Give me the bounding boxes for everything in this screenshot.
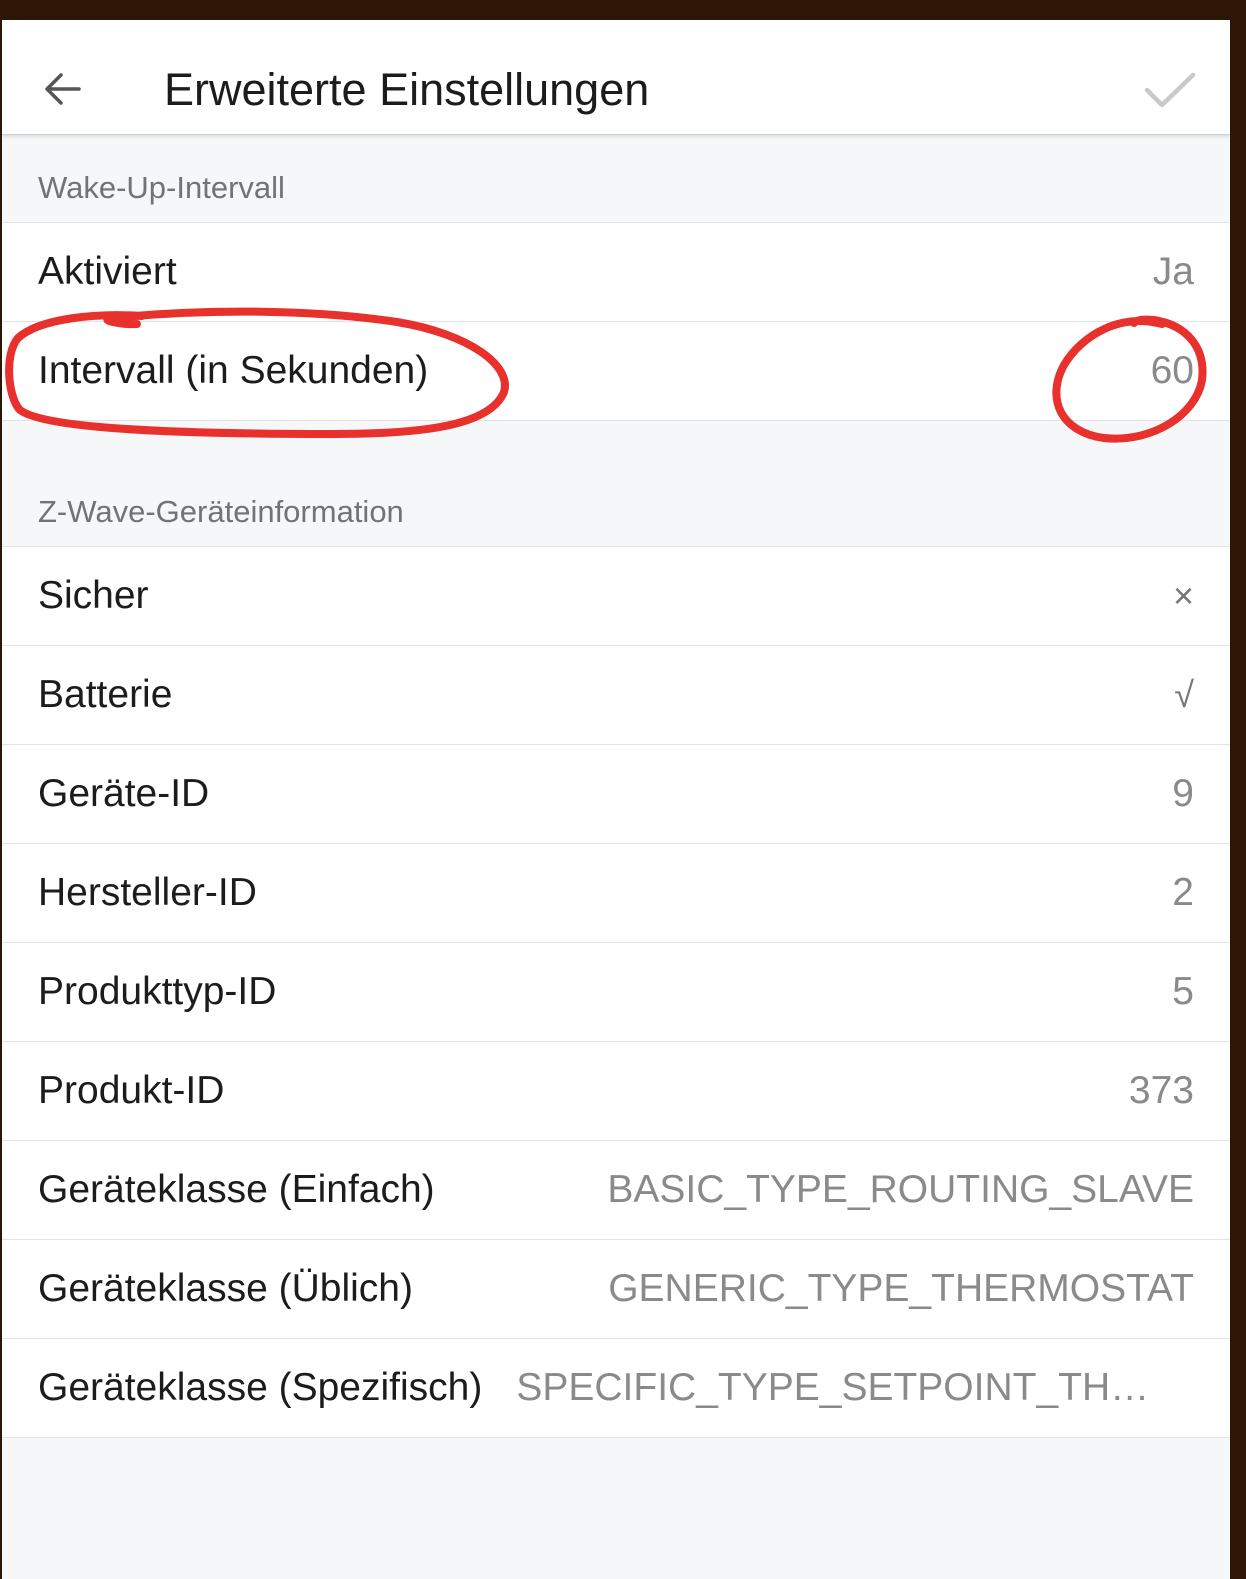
row-label: Hersteller-ID (38, 871, 257, 914)
arrow-left-icon (45, 73, 81, 105)
section-header-zwave: Z-Wave-Geräteinformation (2, 462, 1230, 547)
section-title-zwave: Z-Wave-Geräteinformation (38, 494, 404, 529)
row-product-id: Produkt-ID 373 (2, 1042, 1230, 1141)
row-label: Produkt-ID (38, 1069, 225, 1112)
row-value: 60 (1150, 349, 1194, 392)
check-icon: √ (1174, 674, 1194, 715)
row-label: Geräte-ID (38, 772, 210, 815)
row-value: Ja (1152, 250, 1194, 293)
row-label: Batterie (38, 673, 173, 716)
row-device-class-generic: Geräteklasse (Üblich) GENERIC_TYPE_THERM… (2, 1240, 1230, 1339)
row-label: Produkttyp-ID (38, 970, 277, 1013)
checkmark-icon (1144, 72, 1196, 108)
app-screen: Erweiterte Einstellungen Wake-Up-Interva… (2, 20, 1230, 1579)
row-value: 5 (1172, 970, 1194, 1013)
app-bar: Erweiterte Einstellungen (2, 20, 1230, 135)
cross-icon: × (1172, 575, 1194, 616)
row-label: Intervall (in Sekunden) (38, 349, 429, 392)
row-value: BASIC_TYPE_ROUTING_SLAVE (607, 1168, 1194, 1211)
row-label: Aktiviert (38, 250, 177, 293)
row-device-id: Geräte-ID 9 (2, 745, 1230, 844)
wakeup-list: Aktiviert Ja Intervall (in Sekunden) 60 (2, 223, 1230, 421)
row-value: SPECIFIC_TYPE_SETPOINT_THERMOSTAT (516, 1366, 1194, 1409)
row-activated[interactable]: Aktiviert Ja (2, 223, 1230, 322)
zwave-list: Sicher × Batterie √ Geräte-ID 9 Herstell… (2, 547, 1230, 1438)
row-device-class-specific: Geräteklasse (Spezifisch) SPECIFIC_TYPE_… (2, 1339, 1230, 1438)
row-battery: Batterie √ (2, 646, 1230, 745)
row-product-type-id: Produkttyp-ID 5 (2, 943, 1230, 1042)
row-manufacturer-id: Hersteller-ID 2 (2, 844, 1230, 943)
section-title-wakeup: Wake-Up-Intervall (38, 170, 285, 205)
row-value: GENERIC_TYPE_THERMOSTAT (608, 1267, 1194, 1310)
row-value: 9 (1172, 772, 1194, 815)
row-interval-seconds[interactable]: Intervall (in Sekunden) 60 (2, 322, 1230, 421)
page-title: Erweiterte Einstellungen (164, 64, 650, 115)
section-header-wakeup: Wake-Up-Intervall (2, 138, 1230, 223)
row-label: Geräteklasse (Spezifisch) (38, 1366, 483, 1409)
row-secure: Sicher × (2, 547, 1230, 646)
row-label: Geräteklasse (Einfach) (38, 1168, 435, 1211)
row-label: Geräteklasse (Üblich) (38, 1267, 413, 1310)
row-device-class-basic: Geräteklasse (Einfach) BASIC_TYPE_ROUTIN… (2, 1141, 1230, 1240)
row-value: 2 (1172, 871, 1194, 914)
confirm-button[interactable] (1142, 68, 1198, 112)
row-label: Sicher (38, 574, 149, 617)
row-value: 373 (1128, 1069, 1194, 1112)
back-button[interactable] (38, 67, 88, 111)
